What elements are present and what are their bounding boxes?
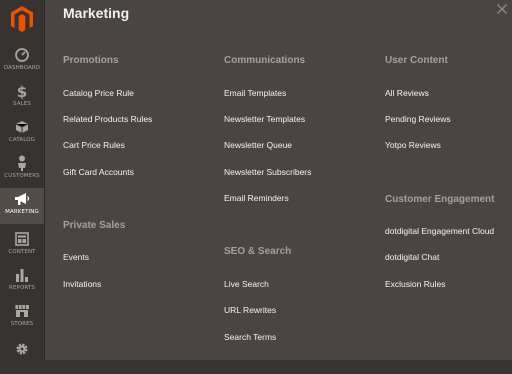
cube-icon — [15, 119, 29, 135]
link-url-rewrites[interactable]: URL Rewrites — [224, 305, 276, 315]
sidebar-item-catalog[interactable]: CATALOG — [0, 116, 44, 152]
gear-icon — [15, 341, 29, 357]
content-icon — [15, 231, 29, 247]
megaphone-icon — [14, 191, 30, 207]
sidebar-item-label: CUSTOMERS — [4, 173, 40, 179]
user-content-heading: User Content — [385, 55, 448, 66]
sidebar-item-stores[interactable]: STORES — [0, 300, 44, 336]
person-icon — [16, 155, 28, 171]
link-dotdigital-chat[interactable]: dotdigital Chat — [385, 252, 439, 262]
dashboard-icon — [15, 47, 29, 63]
close-icon[interactable] — [496, 3, 508, 15]
sidebar-item-label: STORES — [10, 321, 34, 327]
link-gift-card-accounts[interactable]: Gift Card Accounts — [63, 167, 134, 177]
panel-title: Marketing — [63, 5, 130, 21]
magento-logo[interactable] — [8, 4, 36, 34]
sidebar-item-label: CATALOG — [8, 137, 36, 143]
sidebar-item-label: MARKETING — [5, 209, 39, 215]
sidebar-item-marketing[interactable]: MARKETING — [0, 188, 44, 224]
sidebar-item-label: CONTENT — [8, 249, 36, 255]
sidebar-item-content[interactable]: CONTENT — [0, 228, 44, 264]
sidebar-item-dashboard[interactable]: DASHBOARD — [0, 44, 44, 80]
link-newsletter-queue[interactable]: Newsletter Queue — [224, 140, 292, 150]
svg-text:$: $ — [17, 83, 27, 99]
link-pending-reviews[interactable]: Pending Reviews — [385, 114, 451, 124]
link-dotdigital-engagement-cloud[interactable]: dotdigital Engagement Cloud — [385, 226, 494, 236]
customer-engagement-heading: Customer Engagement — [385, 194, 495, 205]
link-invitations[interactable]: Invitations — [63, 279, 101, 289]
link-yotpo-reviews[interactable]: Yotpo Reviews — [385, 140, 441, 150]
private-sales-heading: Private Sales — [63, 220, 126, 231]
link-exclusion-rules[interactable]: Exclusion Rules — [385, 279, 445, 289]
link-newsletter-subscribers[interactable]: Newsletter Subscribers — [224, 167, 311, 177]
link-catalog-price-rule[interactable]: Catalog Price Rule — [63, 88, 134, 98]
sidebar-item-label: REPORTS — [9, 285, 35, 291]
bar-chart-icon — [15, 267, 29, 283]
sidebar-item-sales[interactable]: $ SALES — [0, 80, 44, 116]
seo-search-heading: SEO & Search — [224, 246, 292, 257]
dollar-icon: $ — [15, 83, 29, 99]
link-email-reminders[interactable]: Email Reminders — [224, 193, 289, 203]
marketing-flyout-panel: Marketing Promotions Catalog Price Rule … — [45, 0, 512, 360]
link-cart-price-rules[interactable]: Cart Price Rules — [63, 140, 125, 150]
link-all-reviews[interactable]: All Reviews — [385, 88, 429, 98]
sidebar-item-label: SALES — [13, 101, 31, 107]
sidebar-item-reports[interactable]: REPORTS — [0, 264, 44, 300]
sidebar-item-system[interactable] — [0, 338, 44, 374]
link-live-search[interactable]: Live Search — [224, 279, 269, 289]
storefront-icon — [14, 303, 30, 319]
link-newsletter-templates[interactable]: Newsletter Templates — [224, 114, 305, 124]
link-search-terms[interactable]: Search Terms — [224, 332, 276, 342]
link-email-templates[interactable]: Email Templates — [224, 88, 286, 98]
communications-heading: Communications — [224, 55, 306, 66]
admin-sidebar: DASHBOARD $ SALES CATALOG CUSTOMERS MARK… — [0, 0, 45, 360]
promotions-heading: Promotions — [63, 55, 119, 66]
link-events[interactable]: Events — [63, 252, 89, 262]
sidebar-item-customers[interactable]: CUSTOMERS — [0, 152, 44, 188]
sidebar-item-label: DASHBOARD — [3, 65, 41, 71]
link-related-products-rules[interactable]: Related Products Rules — [63, 114, 152, 124]
